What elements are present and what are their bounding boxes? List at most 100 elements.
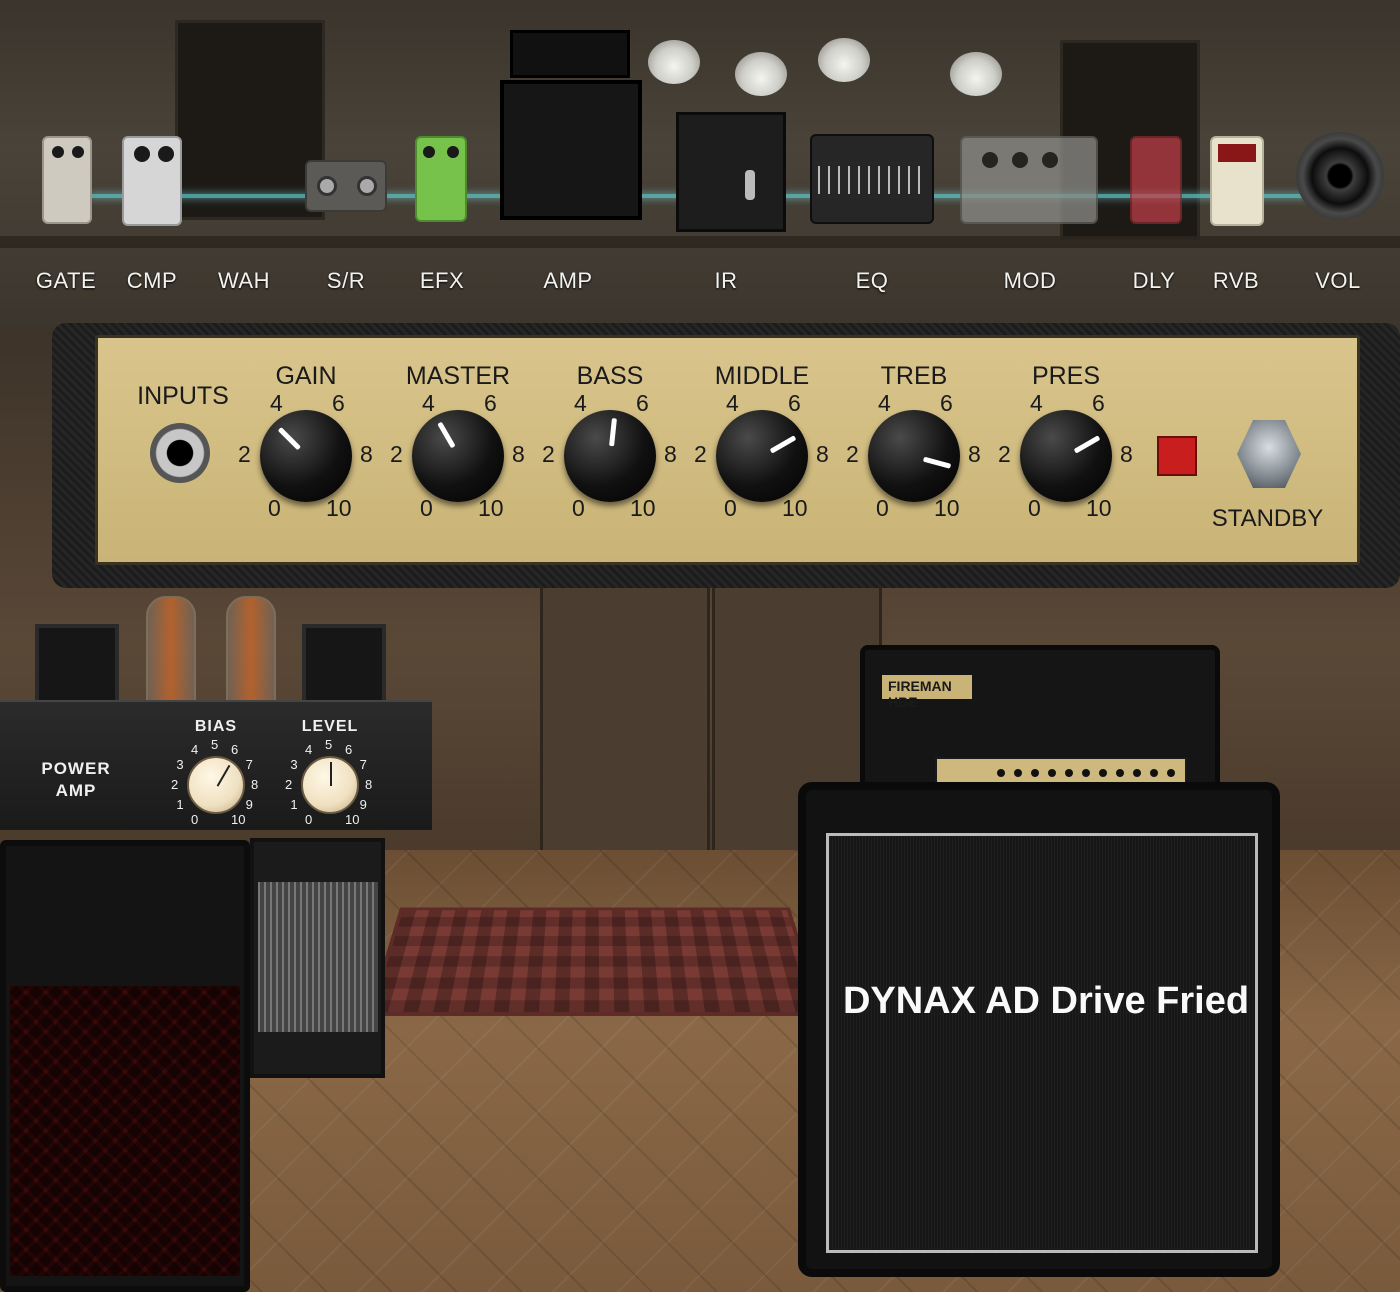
knob-pointer [437, 421, 456, 449]
reverb-display [1218, 144, 1256, 162]
transformer-left [35, 624, 119, 704]
pedal-knob [1042, 152, 1058, 168]
head-knob [1099, 769, 1107, 777]
rack-cabinet [250, 838, 385, 1078]
delay-pedal[interactable] [1130, 136, 1182, 224]
master-knob[interactable] [412, 410, 504, 502]
power-knob-scale: 1 [290, 797, 298, 812]
return-jack [357, 176, 377, 196]
amp-stack-head [510, 30, 630, 78]
knob-scale-10: 10 [1086, 495, 1112, 521]
head-knob [1133, 769, 1141, 777]
eq-sliders [818, 166, 928, 194]
power-amp-label: POWER AMP [20, 758, 132, 802]
chain-label-cmp[interactable]: CMP [102, 268, 202, 294]
knob-label-gain: GAIN [275, 362, 337, 390]
knob-scale-0: 0 [420, 495, 433, 521]
power-knob-scale: 9 [245, 797, 253, 812]
send-jack [317, 176, 337, 196]
chain-label-vol[interactable]: VOL [1288, 268, 1388, 294]
amp-head-logo: FIREMAN HBE [882, 675, 972, 710]
knob-scale-4: 4 [726, 390, 739, 416]
treb-knob[interactable] [868, 410, 960, 502]
knob-label-middle: MIDDLE [714, 362, 810, 390]
head-knob [1167, 769, 1175, 777]
power-knob-scale: 1 [176, 797, 184, 812]
ir-loader[interactable] [676, 112, 786, 232]
power-knob-scale: 4 [305, 742, 313, 758]
pres-knob[interactable] [1020, 410, 1112, 502]
power-tube [226, 596, 276, 706]
head-knob [1065, 769, 1073, 777]
chain-label-gate[interactable]: GATE [16, 268, 116, 294]
power-amp-label-line1: POWER [41, 759, 111, 778]
chain-label-efx[interactable]: EFX [392, 268, 492, 294]
power-knob-scale: 7 [245, 757, 253, 772]
chain-label-sr[interactable]: S/R [296, 268, 396, 294]
knob-pointer [216, 764, 231, 787]
chain-label-amp[interactable]: AMP [518, 268, 618, 294]
knob-scale-0: 0 [724, 495, 737, 521]
power-knob-scale: 2 [171, 777, 179, 792]
amp-stack[interactable] [500, 30, 642, 220]
gain-knob[interactable] [260, 410, 352, 502]
microphone-icon [745, 170, 755, 200]
knob-label-bass: BASS [576, 362, 644, 390]
bias-knob[interactable] [187, 756, 245, 814]
knob-scale-0: 0 [1028, 495, 1041, 521]
input-jack[interactable] [150, 423, 210, 483]
send-return-unit[interactable] [305, 160, 387, 212]
wah-slot[interactable] [205, 60, 295, 220]
volume-speaker-icon[interactable] [1296, 132, 1384, 220]
cabinet-grill [10, 986, 240, 1276]
middle-knob[interactable] [716, 410, 808, 502]
head-knob [997, 769, 1005, 777]
knob-label-pres: PRES [1031, 362, 1101, 390]
speaker-cabinet[interactable] [798, 782, 1280, 1277]
knob-pointer [1073, 435, 1101, 454]
compressor-pedal[interactable] [122, 136, 182, 226]
knob-pointer [330, 762, 332, 786]
chain-label-eq[interactable]: EQ [822, 268, 922, 294]
power-knob-scale: 2 [285, 777, 293, 792]
pedal-knob [982, 152, 998, 168]
power-knob-label-level: LEVEL [301, 718, 359, 735]
amp-stack-cab [500, 80, 642, 220]
knob-scale-2: 2 [694, 441, 707, 467]
power-knob-scale: 0 [191, 811, 199, 827]
cabinet-name[interactable]: DYNAX AD Drive Fried [820, 980, 1272, 1023]
chain-label-mod[interactable]: MOD [980, 268, 1080, 294]
knob-scale-2: 2 [238, 441, 251, 467]
knob-pointer [769, 435, 797, 454]
knob-scale-10: 10 [326, 495, 352, 521]
cabinet-grill [258, 882, 378, 1032]
inputs-label: INPUTS [137, 382, 229, 410]
chain-label-ir[interactable]: IR [676, 268, 776, 294]
knob-scale-2: 2 [846, 441, 859, 467]
knob-scale-10: 10 [478, 495, 504, 521]
bass-knob[interactable] [564, 410, 656, 502]
pedal-knob [447, 146, 459, 158]
reverb-pedal[interactable] [1210, 136, 1264, 226]
pedal-knob [52, 146, 64, 158]
rug [367, 907, 823, 1017]
gate-pedal[interactable] [42, 136, 92, 224]
power-knob-scale: 10 [345, 811, 360, 827]
pedal-knob [423, 146, 435, 158]
chain-label-wah[interactable]: WAH [194, 268, 294, 294]
power-knob-scale: 9 [359, 797, 367, 812]
mod-pedal[interactable] [960, 136, 1098, 224]
head-knob [1048, 769, 1056, 777]
head-knob [1150, 769, 1158, 777]
knob-scale-8: 8 [512, 441, 525, 467]
efx-pedal[interactable] [415, 136, 467, 222]
signal-chain: GATE CMP WAH S/R EFX AMP IR EQ MOD DLY R… [0, 0, 1400, 320]
pedal-knob [158, 146, 174, 162]
knob-scale-6: 6 [636, 390, 649, 416]
level-knob[interactable] [301, 756, 359, 814]
knob-scale-2: 2 [542, 441, 555, 467]
knob-scale-8: 8 [664, 441, 677, 467]
eq-pedal[interactable] [810, 134, 934, 224]
chain-label-rvb[interactable]: RVB [1186, 268, 1286, 294]
standby-label: STANDBY [1211, 505, 1324, 532]
